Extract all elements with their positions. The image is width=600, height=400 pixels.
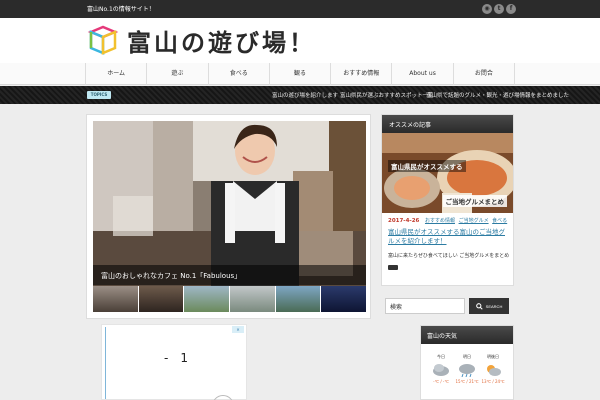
weather-widget: 富山の天気 今日 -℃ / -℃ 明日 15℃ / 21℃ 明後日 13℃ / …: [420, 325, 514, 400]
top-bar: 富山No.1の情報サイト！ ◉ t f: [0, 0, 600, 18]
gourmet-label-top: 富山県民がオススメする: [388, 160, 466, 172]
widget-heading-text: オススメの記事: [389, 122, 432, 129]
nav-item-play[interactable]: 遊ぶ: [147, 63, 209, 85]
read-more-button[interactable]: [388, 265, 398, 270]
site-title: 富山の遊び場！: [127, 27, 316, 57]
weather-heading-text: 富山の天気: [427, 333, 458, 340]
slider-thumbnail[interactable]: [93, 286, 138, 312]
facebook-icon[interactable]: f: [506, 4, 516, 14]
featured-slide-image[interactable]: [93, 121, 366, 286]
nav-item-contact[interactable]: お問合: [454, 63, 515, 85]
recommended-widget: オススメの記事 富山県民がオススメする ご当地グルメまとめ 2017-4-26 …: [381, 114, 514, 286]
cloudy-rain-icon: [459, 364, 475, 378]
twitter-icon[interactable]: t: [494, 4, 504, 14]
slider-thumbnail[interactable]: [321, 286, 367, 312]
weather-day-label: 今日: [437, 354, 445, 359]
cloud-icon: [433, 364, 449, 376]
widget-heading: オススメの記事: [382, 115, 513, 133]
post-category[interactable]: ご当地グルメ: [459, 218, 489, 224]
search-input[interactable]: [385, 298, 465, 314]
slider-thumbnail[interactable]: [184, 286, 230, 312]
gourmet-image[interactable]: 富山県民がオススメする ご当地グルメまとめ: [382, 133, 513, 213]
weather-day-label: 明後日: [487, 354, 499, 359]
weather-temp: 13℃ / 24℃: [481, 379, 505, 384]
nav-item-eat[interactable]: 食べる: [209, 63, 270, 85]
slider-thumbnails: [93, 286, 367, 312]
main-nav: ホーム 遊ぶ 食べる 観る おすすめ情報 About us お問合: [0, 63, 600, 85]
search-button[interactable]: SEARCH: [469, 298, 509, 314]
weather-day-label: 明日: [463, 354, 471, 359]
topics-link[interactable]: 富山県で話題のグルメ・観光・遊び場情報をまとめました: [426, 91, 569, 99]
topics-badge: TOPICS: [87, 91, 111, 99]
ad-circle-graphic: [212, 395, 234, 400]
site-tagline: 富山No.1の情報サイト！: [87, 6, 155, 13]
weather-day: 明日 15℃ / 21℃: [455, 354, 479, 384]
topics-link[interactable]: 富山県民が選ぶおすすめスポット一覧: [340, 91, 434, 99]
slide-caption-text: 富山のおしゃれなカフェ No.1「Fabulous」: [101, 272, 242, 280]
featured-slider: 富山のおしゃれなカフェ No.1「Fabulous」: [86, 114, 371, 319]
slider-thumbnail[interactable]: [275, 286, 321, 312]
topics-bar: TOPICS 富山の遊び場を紹介します 富山県民が選ぶおすすめスポット一覧 富山…: [0, 86, 600, 104]
ad-close-icon[interactable]: ✕: [232, 326, 244, 333]
nav-item-see[interactable]: 観る: [270, 63, 332, 85]
ad-accent-bar: [105, 327, 106, 399]
weather-day: 今日 -℃ / -℃: [429, 354, 453, 384]
site-header: 富山の遊び場！: [0, 18, 600, 63]
post-category[interactable]: おすすめ情報: [425, 218, 455, 224]
post-category[interactable]: 食べる: [492, 218, 507, 224]
post-excerpt: 富山に来たらぜひ食べてほしい ご当地グルメをまとめました…: [388, 253, 509, 259]
post-title-link[interactable]: 富山県民がオススメする富山のご当地グルメを紹介します！: [388, 228, 509, 246]
sun-cloud-icon: [487, 365, 501, 376]
weather-heading: 富山の天気: [421, 326, 513, 344]
topics-link[interactable]: 富山の遊び場を紹介します: [272, 91, 338, 99]
nav-item-about[interactable]: About us: [392, 63, 454, 85]
slide-caption: 富山のおしゃれなカフェ No.1「Fabulous」: [93, 265, 366, 285]
nav-item-home[interactable]: ホーム: [86, 63, 148, 85]
search-icon: [475, 302, 483, 310]
nav-item-recommend[interactable]: おすすめ情報: [331, 63, 393, 85]
post-meta: 2017-4-26 おすすめ情報 ご当地グルメ 食べる: [388, 217, 507, 224]
weather-day: 明後日 13℃ / 24℃: [481, 354, 505, 384]
weather-temp: -℃ / -℃: [433, 379, 449, 384]
post-date: 2017-4-26: [388, 218, 420, 224]
site-logo[interactable]: 富山の遊び場！: [87, 23, 316, 57]
gourmet-label-bottom: ご当地グルメまとめ: [442, 195, 507, 207]
slider-thumbnail[interactable]: [138, 286, 184, 312]
rss-icon[interactable]: ◉: [482, 4, 492, 14]
weather-temp: 15℃ / 21℃: [455, 379, 479, 384]
ad-banner[interactable]: ✕ - 1: [101, 324, 247, 400]
search-button-label: SEARCH: [485, 303, 503, 309]
logo-cube-icon: [87, 25, 119, 55]
ad-text: - 1: [164, 351, 188, 365]
slider-thumbnail[interactable]: [230, 286, 275, 312]
